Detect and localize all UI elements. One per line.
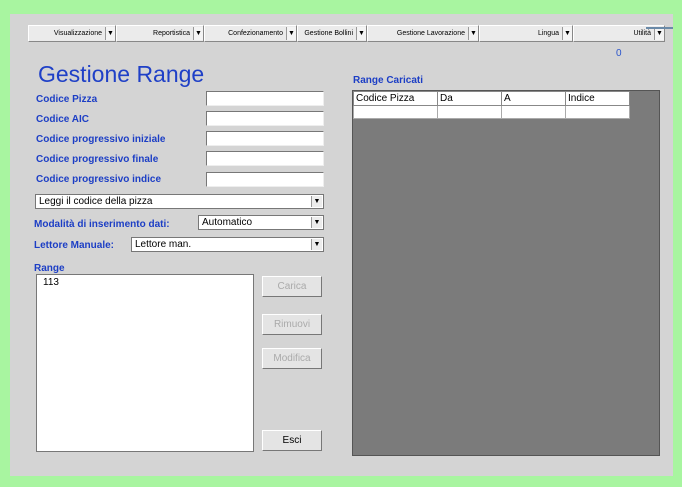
range-table: Codice Pizza Da A Indice: [353, 91, 630, 119]
menu-label: Reportistica: [153, 30, 190, 37]
modalita-value: Automatico: [202, 217, 253, 228]
dropdown-arrow-icon[interactable]: ▼: [193, 27, 203, 40]
range-caricati-grid[interactable]: Codice Pizza Da A Indice: [352, 90, 660, 456]
lettore-value: Lettore man.: [135, 239, 192, 250]
leggi-codice-value: Leggi il codice della pizza: [39, 196, 153, 207]
table-row[interactable]: [353, 105, 630, 119]
table-cell[interactable]: [565, 105, 630, 119]
table-cell[interactable]: [353, 105, 438, 119]
dropdown-arrow-icon[interactable]: ▼: [562, 27, 572, 40]
menu-gestione-lavorazione[interactable]: Gestione Lavorazione ▼: [367, 25, 479, 42]
prog-iniziale-input[interactable]: [206, 131, 324, 146]
modalita-select[interactable]: Automatico ▼: [198, 215, 324, 230]
menu-visualizzazione[interactable]: Visualizzazione ▼: [28, 25, 116, 42]
dropdown-arrow-icon[interactable]: ▼: [311, 217, 322, 228]
dropdown-arrow-icon[interactable]: ▼: [356, 27, 366, 40]
menu-label: Lingua: [537, 30, 559, 37]
carica-button[interactable]: Carica: [262, 276, 322, 297]
codice-pizza-label: Codice Pizza: [36, 94, 98, 105]
prog-indice-input[interactable]: [206, 172, 324, 187]
modalita-label: Modalità di inserimento dati:: [34, 219, 170, 230]
main-window: Visualizzazione ▼ Reportistica ▼ Confezi…: [10, 14, 673, 476]
page-title: Gestione Range: [38, 61, 205, 87]
prog-indice-label: Codice progressivo indice: [36, 174, 162, 185]
prog-iniziale-label: Codice progressivo iniziale: [36, 134, 166, 145]
table-header-row: Codice Pizza Da A Indice: [353, 91, 630, 106]
menu-confezionamento[interactable]: Confezionamento ▼: [204, 25, 297, 42]
range-label: Range: [34, 263, 65, 274]
menu-bar: Visualizzazione ▼ Reportistica ▼ Confezi…: [10, 25, 673, 42]
column-header-da[interactable]: Da: [437, 91, 502, 106]
counter-value: 0: [616, 48, 622, 59]
range-listbox[interactable]: 113: [36, 274, 254, 452]
codice-aic-input[interactable]: [206, 111, 324, 126]
prog-finale-input[interactable]: [206, 151, 324, 166]
menu-label: Confezionamento: [228, 30, 283, 37]
lettore-label: Lettore Manuale:: [34, 240, 115, 251]
table-cell[interactable]: [437, 105, 502, 119]
leggi-codice-select[interactable]: Leggi il codice della pizza ▼: [35, 194, 324, 209]
prog-finale-label: Codice progressivo finale: [36, 154, 159, 165]
modifica-button[interactable]: Modifica: [262, 348, 322, 369]
lettore-select[interactable]: Lettore man. ▼: [131, 237, 324, 252]
menu-label: Visualizzazione: [53, 30, 102, 37]
column-header-a[interactable]: A: [501, 91, 566, 106]
title-accent-line: [646, 27, 673, 29]
menu-lingua[interactable]: Lingua ▼: [479, 25, 573, 42]
menu-gestione-bollini[interactable]: Gestione Bollini ▼: [297, 25, 367, 42]
menu-label: Gestione Bollini: [304, 30, 353, 37]
rimuovi-button[interactable]: Rimuovi: [262, 314, 322, 335]
menu-label: Gestione Lavorazione: [396, 30, 465, 37]
list-item[interactable]: 113: [43, 277, 247, 288]
dropdown-arrow-icon[interactable]: ▼: [311, 239, 322, 250]
dropdown-arrow-icon[interactable]: ▼: [105, 27, 115, 40]
menu-reportistica[interactable]: Reportistica ▼: [116, 25, 204, 42]
table-cell[interactable]: [501, 105, 566, 119]
range-caricati-title: Range Caricati: [353, 75, 424, 86]
menu-label: Utilità: [633, 30, 651, 37]
dropdown-arrow-icon[interactable]: ▼: [286, 27, 296, 40]
codice-pizza-input[interactable]: [206, 91, 324, 106]
column-header-codice-pizza[interactable]: Codice Pizza: [353, 91, 438, 106]
esci-button[interactable]: Esci: [262, 430, 322, 451]
dropdown-arrow-icon[interactable]: ▼: [468, 27, 478, 40]
codice-aic-label: Codice AIC: [36, 114, 89, 125]
dropdown-arrow-icon[interactable]: ▼: [311, 196, 322, 207]
column-header-indice[interactable]: Indice: [565, 91, 630, 106]
